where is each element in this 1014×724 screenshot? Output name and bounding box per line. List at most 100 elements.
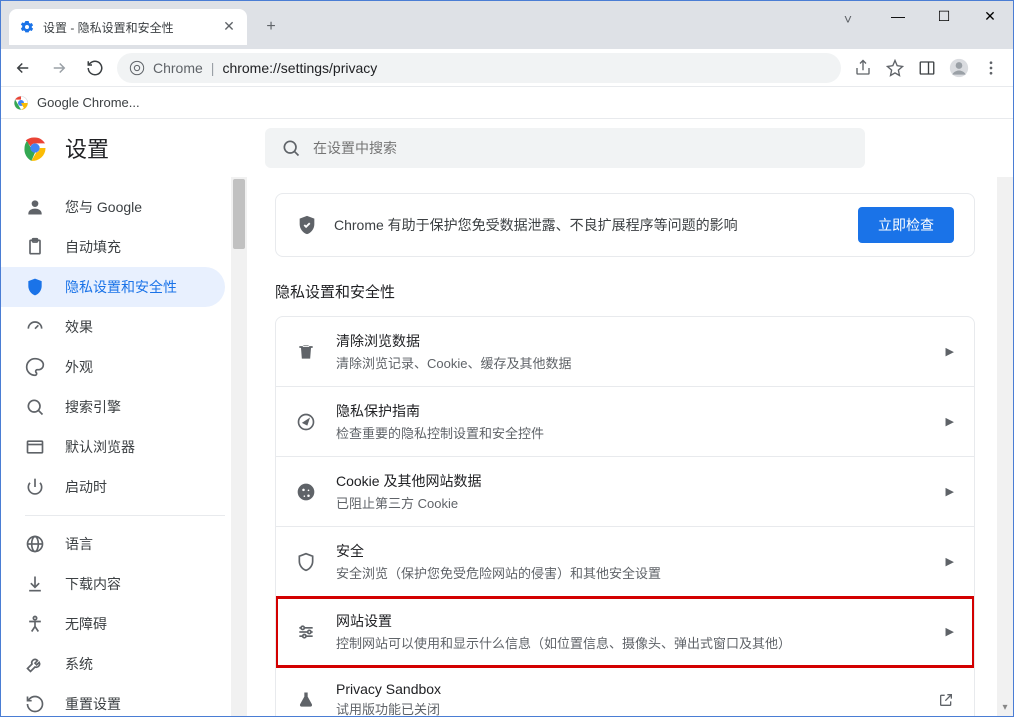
sidebar-divider [25, 515, 225, 516]
profile-avatar-icon[interactable] [945, 54, 973, 82]
omnibox-separator: | [211, 60, 215, 76]
sidebar-item-languages[interactable]: 语言 [1, 524, 225, 564]
row-title: 隐私保护指南 [336, 401, 926, 421]
chrome-site-icon [129, 60, 145, 76]
window-controls: — ☐ ✕ [875, 1, 1013, 31]
external-link-icon [938, 692, 954, 708]
sidebar-item-label: 搜索引擎 [65, 397, 121, 417]
search-icon [25, 397, 45, 417]
globe-icon [25, 534, 45, 554]
download-icon [25, 574, 45, 594]
sidebar-item-default-browser[interactable]: 默认浏览器 [1, 427, 225, 467]
browser-titlebar: 设置 - 隐私设置和安全性 ✕ + ˅ — ☐ ✕ [1, 1, 1013, 49]
flask-icon [296, 690, 316, 710]
sidebar-item-downloads[interactable]: 下载内容 [1, 564, 225, 604]
page-title: 设置 [65, 132, 109, 164]
row-clear-browsing-data[interactable]: 清除浏览数据 清除浏览记录、Cookie、缓存及其他数据 ▶ [276, 317, 974, 387]
settings-sidebar: 您与 Google 自动填充 隐私设置和安全性 效果 外观 搜索引擎 默认浏览器 [1, 177, 247, 716]
safety-check-banner: Chrome 有助于保护您免受数据泄露、不良扩展程序等问题的影响 立即检查 [275, 193, 975, 257]
sidebar-item-label: 语言 [65, 534, 93, 554]
sidebar-item-label: 下载内容 [65, 574, 121, 594]
person-icon [25, 197, 45, 217]
browser-icon [25, 437, 45, 457]
forward-button[interactable] [45, 54, 73, 82]
maximize-button[interactable]: ☐ [921, 1, 967, 31]
tab-search-caret-icon[interactable]: ˅ [833, 11, 863, 27]
row-title: Privacy Sandbox [336, 681, 918, 697]
sidebar-item-label: 默认浏览器 [65, 437, 135, 457]
bookmark-favicon-icon [13, 95, 29, 111]
sidebar-item-accessibility[interactable]: 无障碍 [1, 604, 225, 644]
bookmark-star-icon[interactable] [881, 54, 909, 82]
settings-main: ▾ Chrome 有助于保护您免受数据泄露、不良扩展程序等问题的影响 立即检查 … [247, 177, 1013, 716]
close-window-button[interactable]: ✕ [967, 1, 1013, 31]
scroll-arrow-down-icon[interactable]: ▾ [1000, 702, 1010, 712]
compass-icon [296, 412, 316, 432]
scrollbar-thumb[interactable] [233, 179, 245, 249]
sidebar-scrollbar[interactable] [231, 177, 247, 716]
row-subtitle: 试用版功能已关闭 [336, 699, 918, 716]
speedometer-icon [25, 317, 45, 337]
sliders-icon [296, 622, 316, 642]
sidebar-item-search-engine[interactable]: 搜索引擎 [1, 387, 225, 427]
row-site-settings[interactable]: 网站设置 控制网站可以使用和显示什么信息（如位置信息、摄像头、弹出式窗口及其他）… [276, 597, 974, 667]
minimize-button[interactable]: — [875, 1, 921, 31]
settings-search[interactable] [265, 128, 865, 168]
sidebar-item-on-startup[interactable]: 启动时 [1, 467, 225, 507]
bookmark-item[interactable]: Google Chrome... [37, 95, 140, 110]
sidebar-item-performance[interactable]: 效果 [1, 307, 225, 347]
row-title: 安全 [336, 541, 926, 561]
chevron-right-icon: ▶ [946, 485, 954, 498]
accessibility-icon [25, 614, 45, 634]
row-subtitle: 检查重要的隐私控制设置和安全控件 [336, 423, 926, 442]
privacy-card: 清除浏览数据 清除浏览记录、Cookie、缓存及其他数据 ▶ 隐私保护指南 检查… [275, 316, 975, 716]
sidebar-item-label: 系统 [65, 654, 93, 674]
address-bar[interactable]: Chrome | chrome://settings/privacy [117, 53, 841, 83]
settings-body: 您与 Google 自动填充 隐私设置和安全性 效果 外观 搜索引擎 默认浏览器 [1, 177, 1013, 716]
omnibox-url: chrome://settings/privacy [222, 60, 377, 76]
close-tab-icon[interactable]: ✕ [221, 19, 237, 35]
sidebar-item-system[interactable]: 系统 [1, 644, 225, 684]
back-button[interactable] [9, 54, 37, 82]
reset-icon [25, 694, 45, 714]
chrome-logo-icon [21, 134, 49, 162]
sidebar-item-label: 您与 Google [65, 197, 142, 217]
row-subtitle: 已阻止第三方 Cookie [336, 493, 926, 512]
tab-title: 设置 - 隐私设置和安全性 [43, 19, 213, 36]
settings-search-input[interactable] [313, 140, 849, 156]
sidebar-item-label: 启动时 [65, 477, 107, 497]
settings-header: 设置 [1, 119, 1013, 177]
chevron-right-icon: ▶ [946, 625, 954, 638]
row-cookies[interactable]: Cookie 及其他网站数据 已阻止第三方 Cookie ▶ [276, 457, 974, 527]
reload-button[interactable] [81, 54, 109, 82]
bookmarks-bar: Google Chrome... [1, 87, 1013, 119]
sidebar-item-autofill[interactable]: 自动填充 [1, 227, 225, 267]
row-title: 清除浏览数据 [336, 331, 926, 351]
sidebar-item-reset[interactable]: 重置设置 [1, 684, 225, 724]
palette-icon [25, 357, 45, 377]
new-tab-button[interactable]: + [257, 13, 285, 41]
menu-dots-icon[interactable] [977, 54, 1005, 82]
browser-tab[interactable]: 设置 - 隐私设置和安全性 ✕ [9, 9, 247, 45]
sidebar-item-label: 无障碍 [65, 614, 107, 634]
gear-icon [19, 19, 35, 35]
cookie-icon [296, 482, 316, 502]
sidebar-item-label: 外观 [65, 357, 93, 377]
share-icon[interactable] [849, 54, 877, 82]
row-subtitle: 安全浏览（保护您免受危险网站的侵害）和其他安全设置 [336, 563, 926, 582]
row-privacy-guide[interactable]: 隐私保护指南 检查重要的隐私控制设置和安全控件 ▶ [276, 387, 974, 457]
search-icon [281, 138, 301, 158]
sidebar-item-appearance[interactable]: 外观 [1, 347, 225, 387]
wrench-icon [25, 654, 45, 674]
row-subtitle: 清除浏览记录、Cookie、缓存及其他数据 [336, 353, 926, 372]
main-scrollbar[interactable]: ▾ [997, 177, 1013, 716]
row-security[interactable]: 安全 安全浏览（保护您免受危险网站的侵害）和其他安全设置 ▶ [276, 527, 974, 597]
side-panel-icon[interactable] [913, 54, 941, 82]
row-title: Cookie 及其他网站数据 [336, 471, 926, 491]
section-title: 隐私设置和安全性 [275, 281, 975, 302]
sidebar-item-you-and-google[interactable]: 您与 Google [1, 187, 225, 227]
chevron-right-icon: ▶ [946, 345, 954, 358]
sidebar-item-privacy[interactable]: 隐私设置和安全性 [1, 267, 225, 307]
row-privacy-sandbox[interactable]: Privacy Sandbox 试用版功能已关闭 [276, 667, 974, 716]
safety-check-button[interactable]: 立即检查 [858, 207, 954, 243]
